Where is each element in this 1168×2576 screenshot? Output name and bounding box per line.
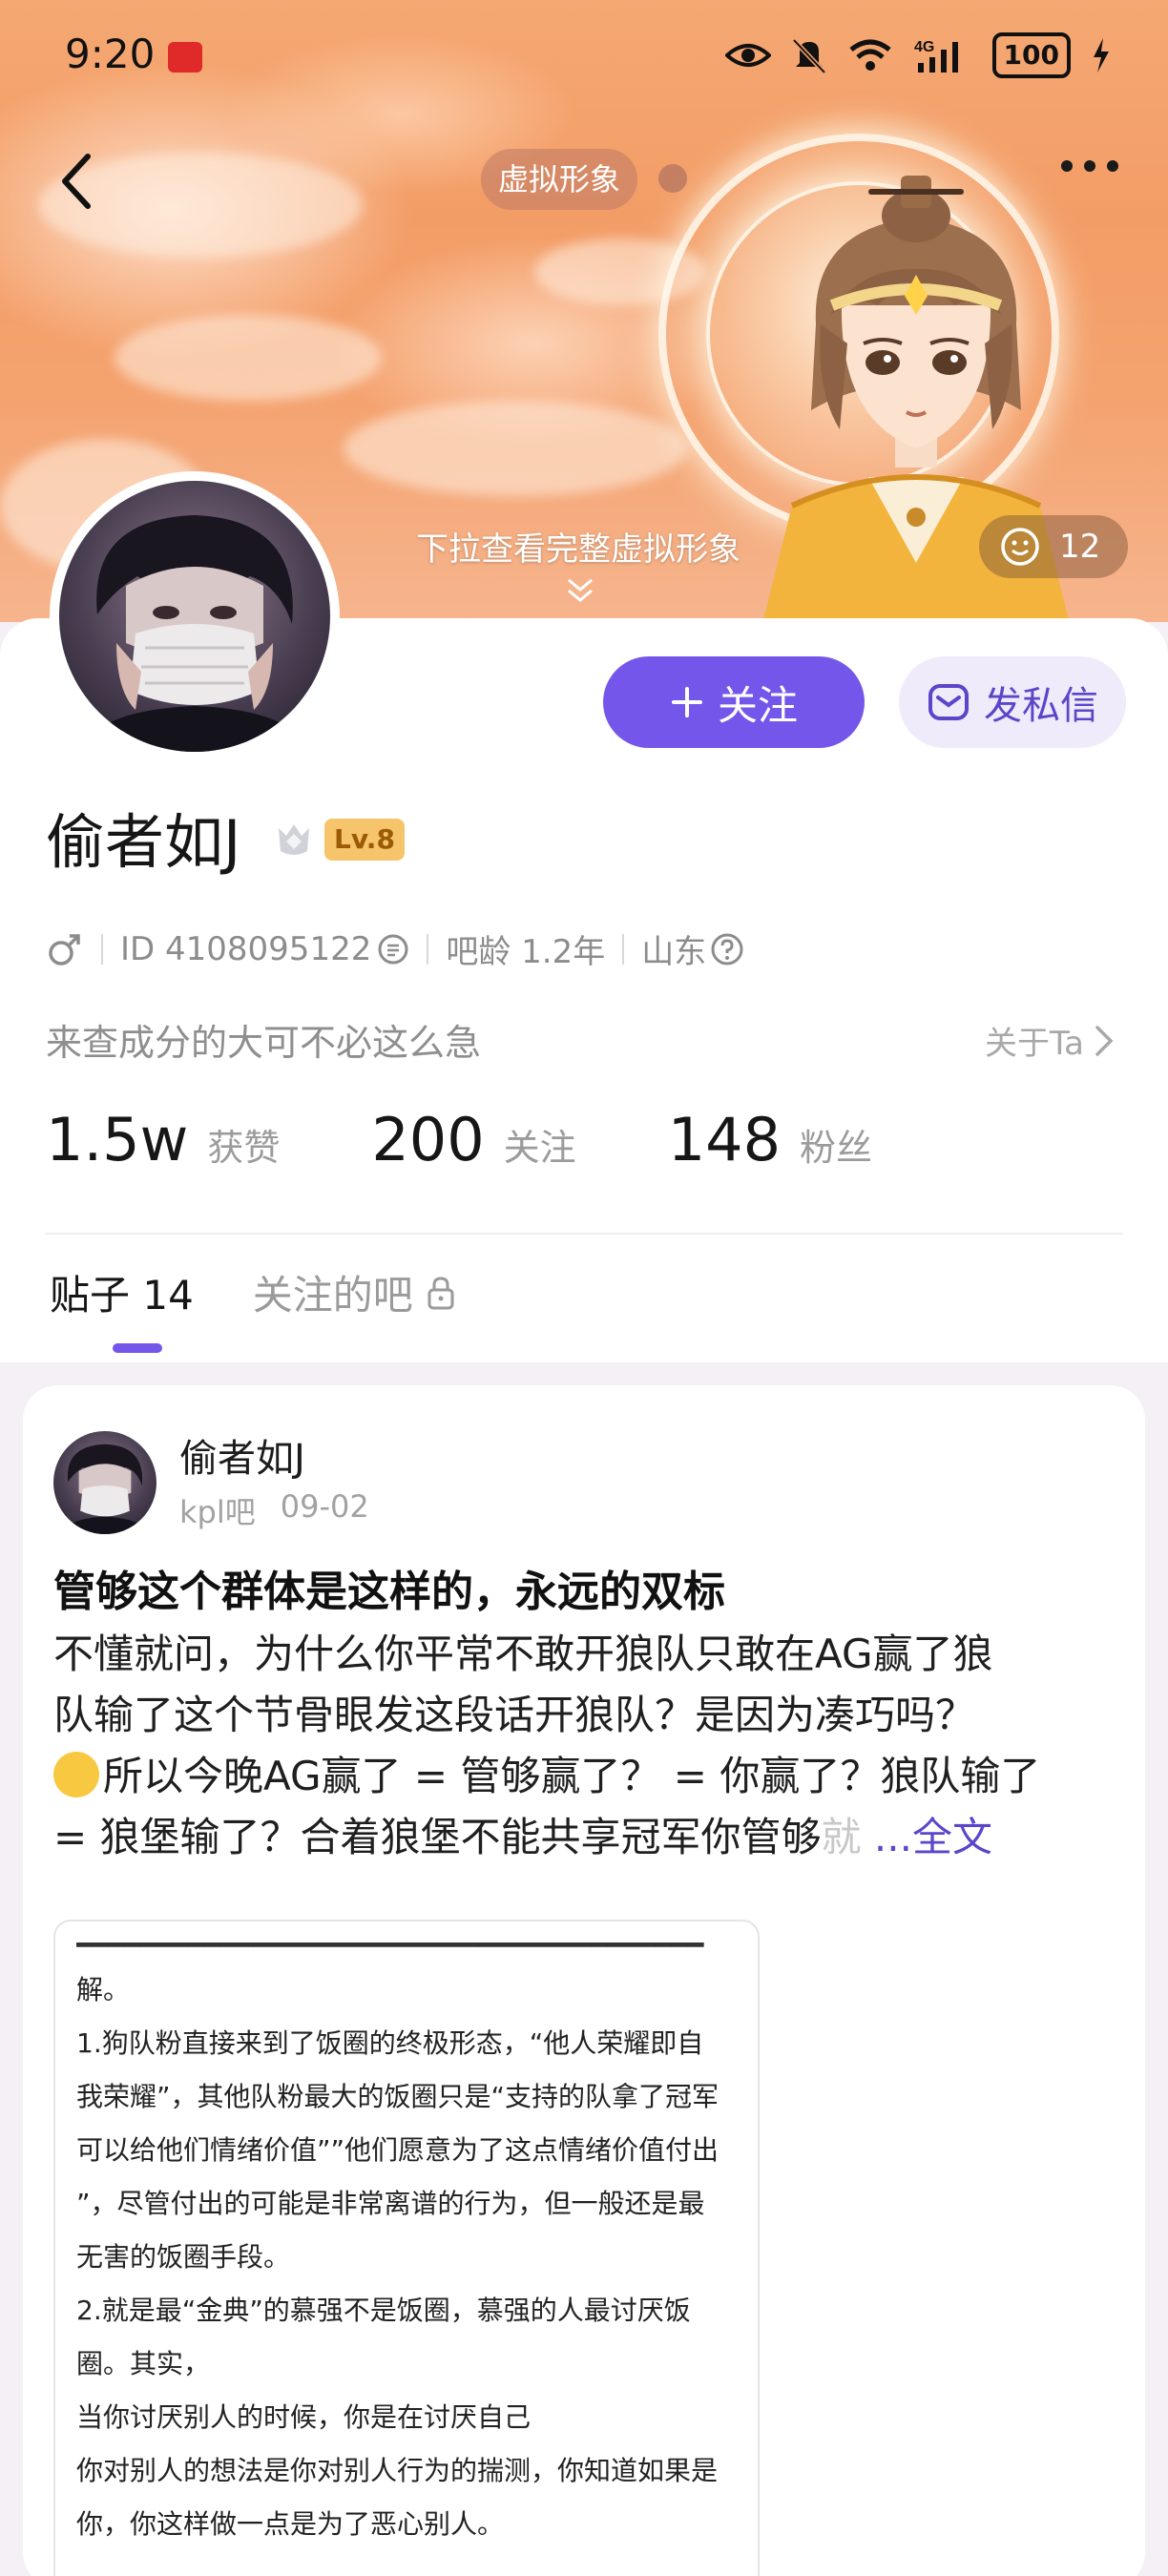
tab-followed-forums[interactable]: 关注的吧 [253, 1263, 457, 1321]
virtual-avatar-dot [658, 164, 687, 193]
cloud-decoration [344, 401, 687, 496]
post-body-line: 不懂就问，为什么你平常不敢开狼队只敢在AG赢了狼 [53, 1631, 993, 1677]
image-text-line: ”，尽管付出的可能是非常离谱的行为，但一般还是最 [76, 2188, 705, 2219]
tab-label: 关注的吧 [252, 1272, 413, 1319]
stat-following[interactable]: 200 关注 [371, 1105, 575, 1174]
male-gender-icon [49, 933, 80, 966]
forum-age: 吧龄 1.2年 [446, 933, 606, 971]
image-text-line: 解。 [76, 1974, 131, 2005]
avatar-like-button[interactable]: 12 [979, 515, 1128, 578]
back-chevron-icon[interactable] [50, 143, 107, 219]
post-forum[interactable]: kpl吧 [179, 1488, 256, 1532]
avatar-portrait [60, 1444, 150, 1534]
double-chevron-down-icon [568, 578, 593, 602]
status-time: 9:20 [65, 31, 156, 77]
post-body-line: = 狼堡输了？合着狼堡不能共享冠军你管够就 ...全文 [53, 1807, 1122, 1868]
stat-number: 200 [371, 1105, 485, 1174]
stat-label: 关注 [503, 1127, 576, 1169]
post-card[interactable]: 偷者如J kpl吧 09-02 管够这个群体是这样的，永远的双标 不懂就问，为什… [23, 1385, 1145, 2576]
post-author-name[interactable]: 偷者如J [179, 1427, 305, 1483]
image-text-line: 无害的饭圈手段。 [76, 2241, 291, 2273]
signal-4g-icon: 4G [914, 39, 958, 73]
post-body-line: 队输了这个节骨眼发这段话开狼队？是因为凑巧吗？ [53, 1692, 976, 1738]
read-full-link[interactable]: ...全文 [874, 1814, 992, 1860]
dot-icon [1084, 160, 1095, 172]
dot-icon [1107, 160, 1118, 172]
about-label: 关于Ta [985, 1025, 1084, 1063]
image-text-line: 你对别人的想法是你对别人行为的揣测，你知道如果是 [76, 2455, 719, 2486]
username: 偷者如J [46, 807, 241, 877]
active-tab-indicator [113, 1343, 162, 1353]
bio-text: 来查成分的大可不必这么急 [46, 1022, 482, 1064]
eye-icon [724, 44, 771, 67]
section-divider [46, 1233, 1122, 1235]
location: 山东 [641, 933, 707, 971]
image-text-line: 2.就是最“金典”的慕强不是饭圈，慕强的人最讨厌饭 [76, 2295, 691, 2326]
avatar-image [59, 481, 330, 752]
chevron-right-icon [1095, 1025, 1114, 1056]
status-bar: 9:20 4G 100 [0, 0, 1168, 114]
dot-icon [1061, 160, 1073, 172]
tab-label: 贴子 14 [50, 1272, 194, 1319]
help-circle-icon[interactable] [710, 932, 744, 966]
user-id: ID 4108095122 [120, 929, 372, 968]
stat-likes[interactable]: 1.5w 获赞 [46, 1105, 280, 1174]
follow-label: 关注 [717, 681, 798, 729]
thinking-emoji-icon [53, 1752, 99, 1797]
copy-id-icon[interactable] [377, 933, 409, 966]
profile-meta: ID 4108095122 吧龄 1.2年 山东 [46, 925, 744, 972]
svg-text:4G: 4G [914, 39, 934, 55]
post-meta: kpl吧 09-02 [179, 1488, 369, 1532]
about-link[interactable]: 关于Ta [985, 1017, 1115, 1064]
message-label: 发私信 [984, 684, 1098, 728]
image-text-line: 我荣耀”，其他队粉最大的饭圈只是“支持的队拿了冠军 [76, 2081, 720, 2112]
pull-down-hint: 下拉查看完整虚拟形象 [416, 530, 740, 569]
stat-label: 粉丝 [800, 1127, 873, 1169]
lock-icon [428, 1276, 454, 1309]
message-button[interactable]: 发私信 [899, 656, 1126, 748]
divider [622, 933, 625, 965]
image-text-line: 当你讨厌别人的时候，你是在讨厌自己 [76, 2401, 532, 2433]
charging-icon [1094, 38, 1109, 73]
post-author-avatar[interactable] [53, 1431, 156, 1534]
stat-fans[interactable]: 148 粉丝 [668, 1105, 872, 1174]
image-cutoff-line: ━━━━━━━━━━━━━━━━━━━━━━━━━━━━━━━━━━━━━━━ [76, 1929, 704, 1952]
image-text-line: 1.狗队粉直接来到了饭圈的终极形态，“他人荣耀即自 [76, 2027, 704, 2059]
image-text-line: 圈。其实， [76, 2348, 211, 2379]
stat-number: 148 [667, 1105, 782, 1174]
post-body-text: = 狼堡输了？合着狼堡不能共享冠军你管够 [53, 1814, 822, 1860]
mute-bell-icon [791, 38, 826, 74]
level-badge[interactable]: Lv.8 [324, 819, 405, 861]
avatar-like-count: 12 [1059, 528, 1101, 566]
profile-avatar[interactable] [50, 471, 340, 761]
stat-label: 获赞 [207, 1127, 281, 1169]
post-body-line: 所以今晚AG赢了 = 管够赢了？ = 你赢了？狼队输了 [53, 1746, 1122, 1807]
stat-number: 1.5w [46, 1105, 189, 1174]
divider [427, 933, 429, 965]
post-body: 不懂就问，为什么你平常不敢开狼队只敢在AG赢了狼 队输了这个节骨眼发这段话开狼队… [53, 1624, 1122, 1868]
wifi-icon [848, 39, 891, 71]
more-options-button[interactable] [1061, 160, 1118, 172]
post-image[interactable]: ━━━━━━━━━━━━━━━━━━━━━━━━━━━━━━━━━━━━━━━ … [53, 1920, 760, 2576]
tab-posts[interactable]: 贴子 14 [50, 1263, 194, 1321]
avatar-portrait [78, 515, 311, 752]
virtual-avatar-tag[interactable]: 虚拟形象 [481, 149, 638, 210]
cloud-decoration [115, 315, 382, 401]
crown-badge-icon[interactable] [273, 819, 315, 861]
stats-row: 1.5w 获赞 200 关注 148 粉丝 [46, 1105, 964, 1174]
divider [101, 933, 103, 965]
follow-button[interactable]: 关注 [603, 656, 865, 748]
post-body-text: 所以今晚AG赢了 = 管够赢了？ = 你赢了？狼队输了 [103, 1753, 1041, 1799]
profile-tabs: 贴子 14 关注的吧 [50, 1263, 457, 1321]
image-text-line: 可以给他们情绪价值””他们愿意为了这点情绪价值付出 [76, 2134, 720, 2166]
notification-app-icon [168, 42, 202, 73]
image-text-line: 你，你这样做一点是为了恶心别人。 [76, 2508, 505, 2540]
mail-icon [928, 684, 969, 720]
post-body-fade: 就 [821, 1814, 862, 1860]
smile-icon [1001, 528, 1039, 566]
post-date: 09-02 [280, 1488, 369, 1525]
battery-indicator: 100 [991, 32, 1071, 78]
plus-icon [671, 687, 702, 717]
post-title: 管够这个群体是这样的，永远的双标 [53, 1568, 725, 1616]
